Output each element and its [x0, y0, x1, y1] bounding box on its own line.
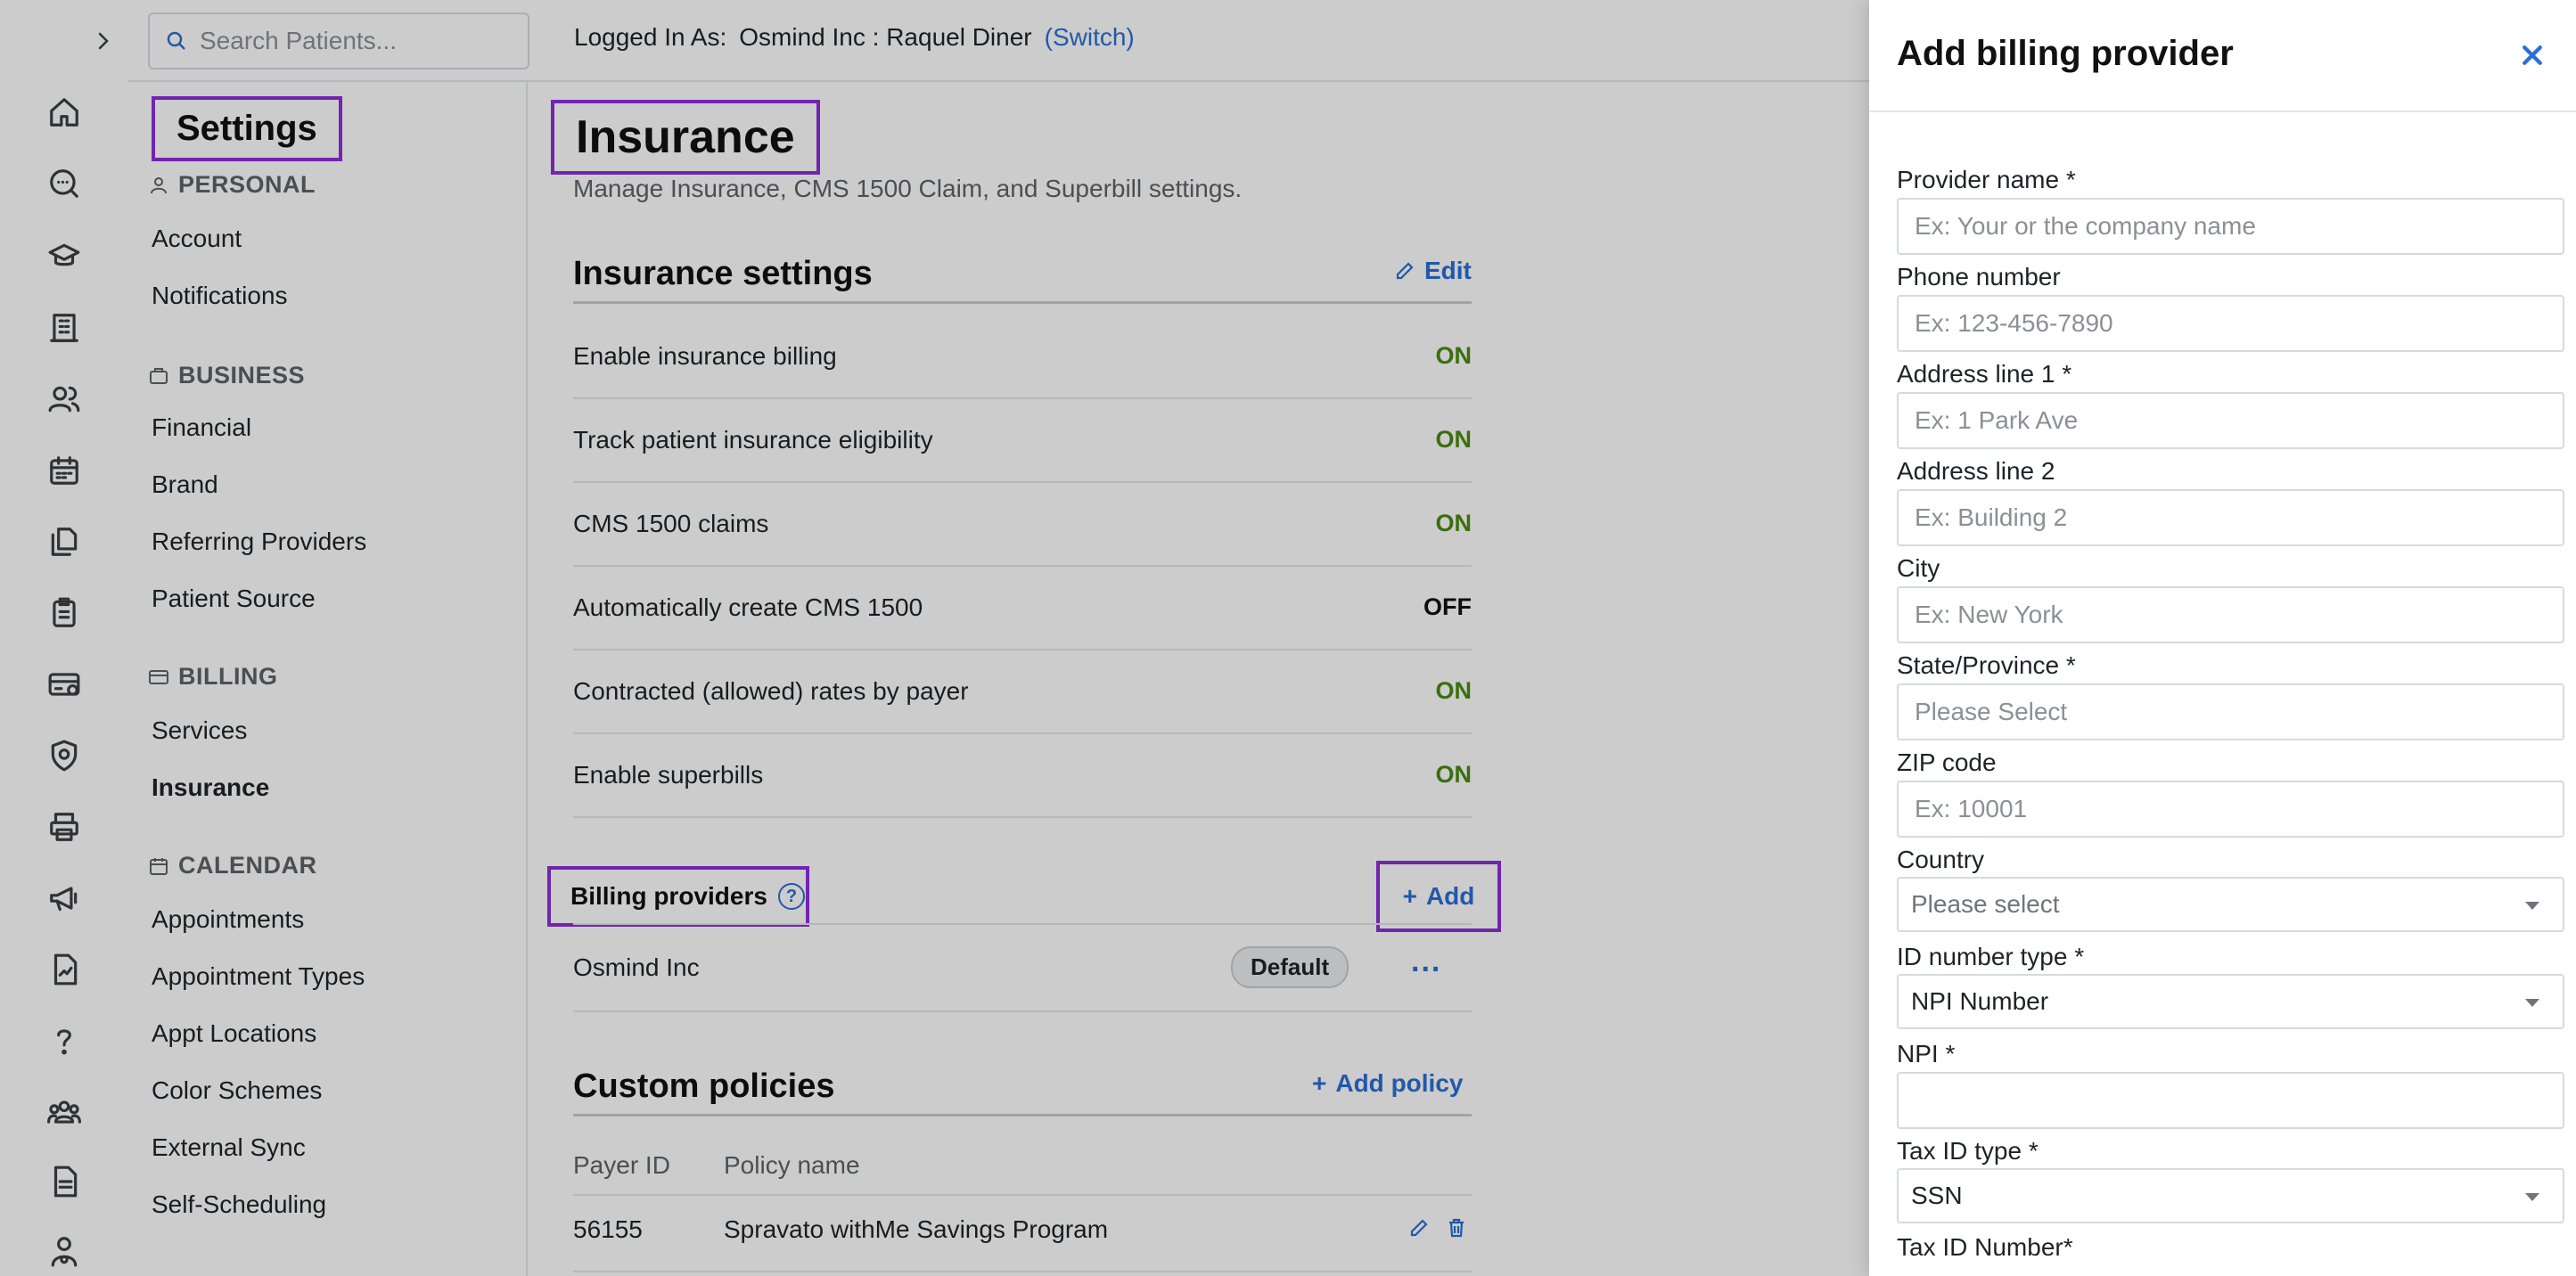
city-label: City	[1897, 554, 1940, 582]
tax-id-number-label: Tax ID Number*	[1897, 1233, 2073, 1261]
address-line-1-label: Address line 1 *	[1897, 360, 2072, 388]
state-input[interactable]	[1897, 683, 2564, 740]
address-line-1-input[interactable]	[1897, 392, 2564, 449]
provider-name-label: Provider name *	[1897, 166, 2076, 193]
address-line-2-label: Address line 2	[1897, 457, 2055, 485]
id-number-type-select[interactable]: NPI Number	[1897, 974, 2564, 1029]
tax-id-type-label: Tax ID type *	[1897, 1137, 2039, 1165]
zip-code-input[interactable]	[1897, 781, 2564, 838]
provider-name-input[interactable]	[1897, 198, 2564, 255]
modal-backdrop[interactable]	[0, 0, 1869, 1276]
npi-input[interactable]	[1897, 1072, 2564, 1129]
chevron-down-icon	[2525, 999, 2539, 1007]
chevron-down-icon	[2525, 1193, 2539, 1201]
tax-id-type-select[interactable]: SSN	[1897, 1168, 2564, 1223]
close-button[interactable]	[2514, 37, 2550, 73]
country-select-value: Please select	[1911, 890, 2060, 918]
country-label: Country	[1897, 846, 1985, 873]
add-billing-provider-drawer: Add billing provider Provider name * Pho…	[1869, 0, 2576, 1276]
id-number-type-value: NPI Number	[1911, 987, 2049, 1015]
npi-label: NPI *	[1897, 1040, 1956, 1067]
id-number-type-label: ID number type *	[1897, 943, 2085, 970]
address-line-2-input[interactable]	[1897, 489, 2564, 546]
close-icon	[2523, 45, 2542, 65]
chevron-down-icon	[2525, 902, 2539, 910]
drawer-header: Add billing provider	[1869, 0, 2576, 112]
city-input[interactable]	[1897, 586, 2564, 643]
zip-code-label: ZIP code	[1897, 748, 1997, 776]
drawer-title: Add billing provider	[1897, 34, 2234, 73]
phone-input[interactable]	[1897, 295, 2564, 352]
state-label: State/Province *	[1897, 651, 2076, 679]
phone-label: Phone number	[1897, 263, 2061, 290]
country-select[interactable]: Please select	[1897, 877, 2564, 932]
tax-id-type-value: SSN	[1911, 1182, 1963, 1209]
